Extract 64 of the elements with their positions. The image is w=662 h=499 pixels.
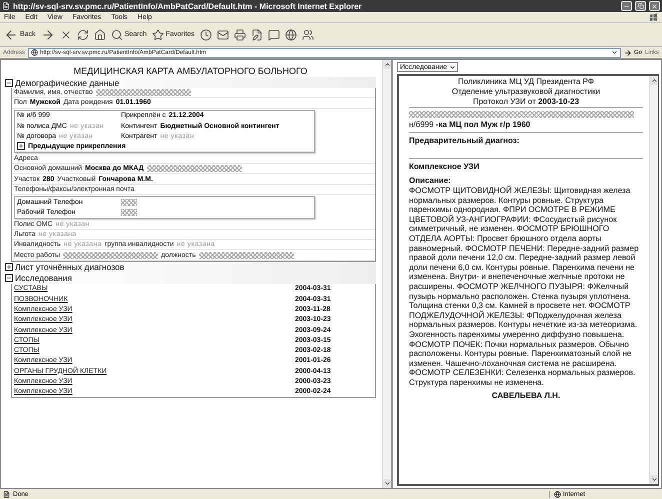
mail-button[interactable] xyxy=(216,28,229,40)
flag-icon xyxy=(649,12,658,22)
forward-icon xyxy=(40,28,55,42)
study-name: Комплексное УЗИ xyxy=(409,162,480,172)
description-text: ФОСМОТР ЩИТОВИДНОЙ ЖЕЛЕЗЫ: Щитовидная железа нормальных размеров. Контуры ровные. Структура паренхимы однородная. ФПРИ ОСМОТРЕ В РЕЖИМЕ ЦВЕТОВОЙ УЗ-АНГИОГРАФИИ: ФСосудистый рисунок симметричный, не изменен. ФОСМОТР БРЮШНОГО ОТДЕЛА АОРТЫ: Просвет брюшного отдела аорты равномерный. ФОСМОТР ПЕЧЕНИ: Передне-задний размер правой доли печени 12,0 см. Передне-задний размер левой доли печени 6,0 см. Контуры ровные. Паренхима печени не изменена. Внутри- и внепеченочные желчные протоки не расширены. ФОСМОТР ЖЕЛЧНОГО ПУЗЫРЯ: ФЖелчный пузырь нормально расположен. Стенка пузыря уплотнена. Толщина стенки 0,3 см. Камней в просвете нет. ФОСМОТР ПОДЖЕЛУДОЧНОЙ ЖЕЛЕЗЫ: ФПоджелудочная железа нормальных размеров. Контуры нечеткие из-за метеоризма. Эхогенность паренхимы умеренно диффузно повышена. ФОСМОТР ПОЧЕК: Почки нормальных размеров. Обычно расположены. Контуры ровные. Паренхиматозный слой не изменен. Чашечно-лоханочная система не расширена. ФОСМОТР СЕЛЕЗЕНКИ: Селезенка нормальных размеров. Структура паренхимы не изменена. xyxy=(409,186,640,388)
minimize-button[interactable] xyxy=(621,1,632,11)
report-header: Отделение ультразвуковой диагностики xyxy=(450,87,602,97)
stop-button[interactable] xyxy=(60,28,72,40)
back-icon xyxy=(4,28,18,42)
scroll-up-icon[interactable] xyxy=(650,77,658,84)
globe-icon xyxy=(554,490,561,498)
close-button[interactable] xyxy=(649,1,660,11)
section-header[interactable]: Лист уточнённых диагнозов xyxy=(5,262,376,273)
print-icon xyxy=(234,28,246,40)
stop-icon xyxy=(60,28,72,40)
scroll-down-icon[interactable] xyxy=(384,480,390,487)
report-header: Протокол УЗИ от 2003-10-23 xyxy=(472,97,580,107)
refresh-button[interactable] xyxy=(76,28,89,40)
restore-icon xyxy=(638,3,644,9)
edit-icon xyxy=(250,28,263,40)
refresh-icon xyxy=(76,28,89,40)
expand-icon[interactable] xyxy=(17,142,25,150)
description-label: Описание: xyxy=(409,176,452,186)
section-header[interactable]: Демографические данные xyxy=(5,77,376,88)
section-header[interactable]: Исследования xyxy=(5,272,376,284)
edit-button[interactable] xyxy=(250,28,263,40)
card-title: МЕДИЦИНСКАЯ КАРТА АМБУЛАТОРНОГО БОЛЬНОГО xyxy=(72,66,308,76)
redacted-field xyxy=(121,208,137,216)
home-icon xyxy=(94,28,106,40)
scrollbar[interactable] xyxy=(382,60,391,488)
report-header: Поликлиника МЦ УД Президента РФ xyxy=(456,77,595,87)
page-icon xyxy=(2,2,10,10)
expand-icon[interactable] xyxy=(5,263,13,272)
doctor-name: САВЕЛЬЕВА Л.Н. xyxy=(490,391,562,402)
scrollbar[interactable] xyxy=(649,76,658,484)
close-icon xyxy=(651,2,658,10)
discuss-icon xyxy=(268,28,280,40)
discuss-button[interactable] xyxy=(268,28,280,40)
arrow-icon xyxy=(624,48,632,56)
preliminary-diagnosis: Предварительный диагноз: xyxy=(409,136,520,146)
minus-icon xyxy=(6,80,12,86)
home-button[interactable] xyxy=(94,28,106,40)
minus-icon xyxy=(6,275,12,282)
search-icon xyxy=(110,28,123,40)
patient-line: н/б999 -ка МЦ пол Муж г/р 1960 xyxy=(409,120,532,129)
collapse-icon[interactable] xyxy=(5,274,13,282)
scroll-down-icon[interactable] xyxy=(650,476,658,483)
page-icon xyxy=(3,490,10,498)
collapse-icon[interactable] xyxy=(5,78,13,86)
forward-button[interactable] xyxy=(40,28,55,42)
redacted-field xyxy=(121,198,137,206)
print-button[interactable] xyxy=(234,28,246,40)
dropdown-icon[interactable] xyxy=(610,49,618,56)
restore-button[interactable] xyxy=(635,1,646,11)
scroll-up-icon[interactable] xyxy=(384,61,390,68)
plus-icon xyxy=(6,264,12,270)
plus-icon xyxy=(18,143,24,150)
mail-icon xyxy=(216,28,229,40)
history-icon xyxy=(200,28,212,40)
dropdown-icon xyxy=(449,64,456,70)
history-button[interactable] xyxy=(200,28,212,40)
globe-icon xyxy=(31,49,38,56)
window-title: http://sv-sql-srv.sv.pmc.ru/PatientInfo/AmbPatCard/Default.htm - Microsoft Internet Explorer xyxy=(13,2,363,10)
favorites-icon xyxy=(152,28,164,40)
